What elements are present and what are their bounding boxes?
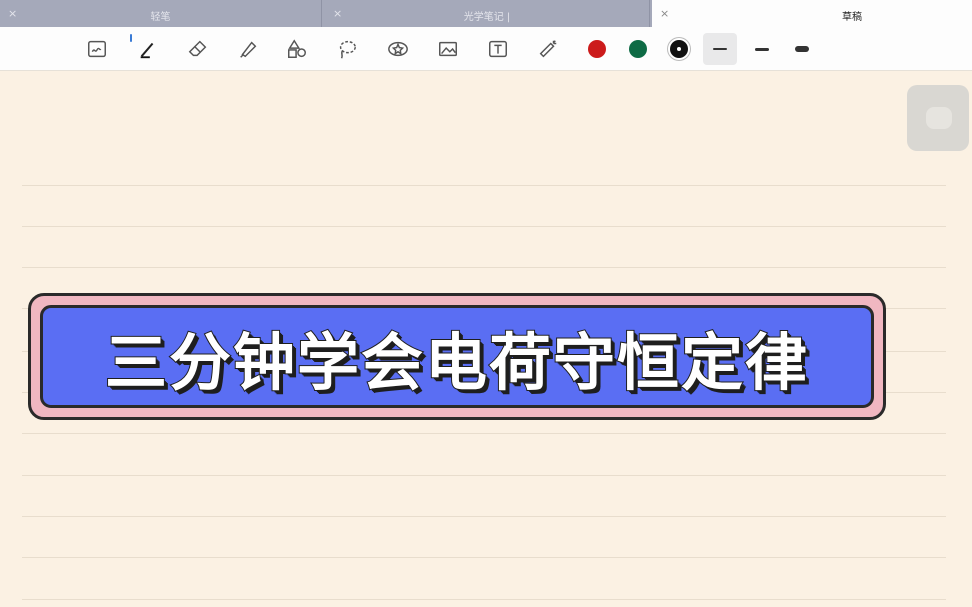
stroke-width-thick-button[interactable] xyxy=(785,33,819,65)
color-swatch-green[interactable] xyxy=(629,40,647,58)
laser-pointer-icon[interactable] xyxy=(535,37,561,61)
banner-title: 三分钟学会电荷守恒定律 xyxy=(104,325,809,400)
stroke-width-medium-button[interactable] xyxy=(745,33,779,65)
floating-button-icon xyxy=(926,107,952,129)
ruled-line xyxy=(22,226,946,227)
stroke-medium-icon xyxy=(755,47,769,51)
ruled-line xyxy=(22,433,946,434)
shapes-icon[interactable] xyxy=(284,37,310,61)
ruled-line xyxy=(22,557,946,558)
title-banner-inner: 三分钟学会电荷守恒定律 xyxy=(40,305,874,408)
pen-icon[interactable] xyxy=(135,37,161,61)
eraser-icon[interactable] xyxy=(185,37,211,61)
ruled-line xyxy=(22,267,946,268)
lasso-icon[interactable] xyxy=(334,37,360,61)
image-icon[interactable] xyxy=(435,37,461,61)
text-box-icon[interactable] xyxy=(485,37,511,61)
stroke-thin-icon xyxy=(713,48,727,50)
floating-assistive-button[interactable] xyxy=(907,85,969,151)
tab-draft[interactable]: × 草稿 xyxy=(652,0,972,27)
ruled-line xyxy=(22,475,946,476)
stroke-width-thin-button[interactable] xyxy=(703,33,737,65)
tab-close-button[interactable]: × xyxy=(660,7,669,20)
color-swatch-black-selected[interactable] xyxy=(670,40,688,58)
tab-label: 草稿 xyxy=(842,12,862,23)
color-swatch-red[interactable] xyxy=(588,40,606,58)
ruled-line xyxy=(22,516,946,517)
stroke-thick-icon xyxy=(795,46,809,52)
tab-optics-notes[interactable]: × 光学笔记 | xyxy=(325,0,650,27)
tab-notes[interactable]: × 轻笔 xyxy=(0,0,322,27)
tab-label: 光学笔记 | xyxy=(463,12,511,23)
document-scan-icon[interactable] xyxy=(84,37,110,61)
toolbar xyxy=(0,27,972,71)
active-tool-indicator xyxy=(130,34,132,42)
ruled-line xyxy=(22,185,946,186)
highlighter-icon[interactable] xyxy=(235,37,261,61)
title-banner: 三分钟学会电荷守恒定律 xyxy=(28,293,886,420)
tab-bar: × 轻笔 × 光学笔记 | × 草稿 xyxy=(0,0,972,27)
ruled-line xyxy=(22,599,946,600)
selected-indicator-dot xyxy=(677,47,681,51)
tab-label: 轻笔 xyxy=(150,12,171,23)
sticker-icon[interactable] xyxy=(385,37,411,61)
